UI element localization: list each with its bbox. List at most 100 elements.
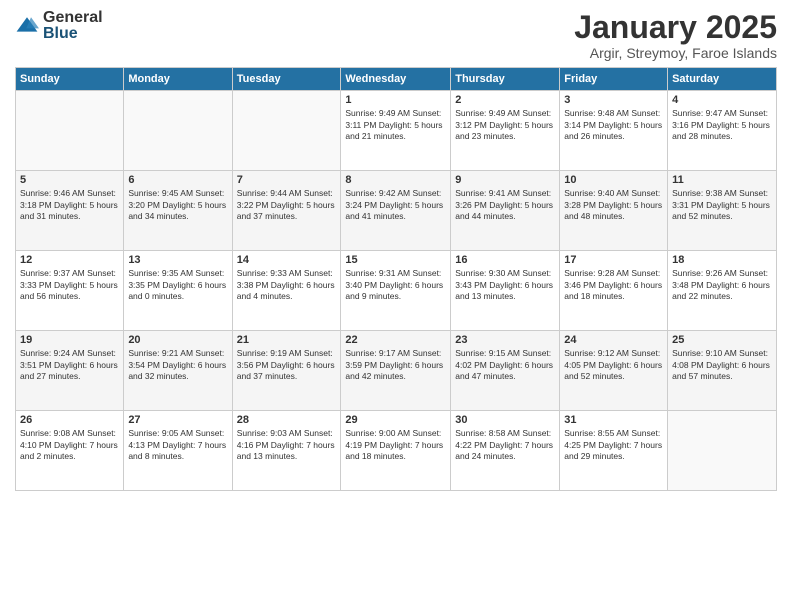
day-info: Sunrise: 9:47 AM Sunset: 3:16 PM Dayligh… xyxy=(672,108,772,142)
table-row: 25 Sunrise: 9:10 AM Sunset: 4:08 PM Dayli… xyxy=(668,331,777,411)
day-info: Sunrise: 9:24 AM Sunset: 3:51 PM Dayligh… xyxy=(20,348,119,382)
day-info: Sunrise: 9:37 AM Sunset: 3:33 PM Dayligh… xyxy=(20,268,119,302)
logo: General Blue xyxy=(15,10,103,42)
day-number: 18 xyxy=(672,254,772,266)
day-info: Sunrise: 9:41 AM Sunset: 3:26 PM Dayligh… xyxy=(455,188,555,222)
logo-icon xyxy=(15,14,39,38)
day-number: 19 xyxy=(20,334,119,346)
table-row: 18 Sunrise: 9:26 AM Sunset: 3:48 PM Dayli… xyxy=(668,251,777,331)
day-number: 22 xyxy=(345,334,446,346)
day-info: Sunrise: 9:46 AM Sunset: 3:18 PM Dayligh… xyxy=(20,188,119,222)
day-number: 25 xyxy=(672,334,772,346)
day-info: Sunrise: 9:44 AM Sunset: 3:22 PM Dayligh… xyxy=(237,188,337,222)
day-number: 24 xyxy=(564,334,663,346)
day-number: 31 xyxy=(564,414,663,426)
day-info: Sunrise: 9:19 AM Sunset: 3:56 PM Dayligh… xyxy=(237,348,337,382)
table-row: 12 Sunrise: 9:37 AM Sunset: 3:33 PM Dayli… xyxy=(16,251,124,331)
day-number: 12 xyxy=(20,254,119,266)
title-block: January 2025 Argir, Streymoy, Faroe Isla… xyxy=(574,10,777,61)
table-row: 31Sunrise: 8:55 AM Sunset: 4:25 PM Dayli… xyxy=(560,411,668,491)
day-info: Sunrise: 9:15 AM Sunset: 4:02 PM Dayligh… xyxy=(455,348,555,382)
day-number: 2 xyxy=(455,94,555,106)
day-number: 26 xyxy=(20,414,119,426)
day-number: 28 xyxy=(237,414,337,426)
table-row: 11 Sunrise: 9:38 AM Sunset: 3:31 PM Dayli… xyxy=(668,171,777,251)
day-info: Sunrise: 9:48 AM Sunset: 3:14 PM Dayligh… xyxy=(564,108,663,142)
day-number: 7 xyxy=(237,174,337,186)
day-info: Sunrise: 9:38 AM Sunset: 3:31 PM Dayligh… xyxy=(672,188,772,222)
day-number: 14 xyxy=(237,254,337,266)
month-title: January 2025 xyxy=(574,10,777,45)
table-row xyxy=(232,91,341,171)
page: General Blue January 2025 Argir, Streymo… xyxy=(0,0,792,612)
table-row: 3 Sunrise: 9:48 AM Sunset: 3:14 PM Daylig… xyxy=(560,91,668,171)
header: General Blue January 2025 Argir, Streymo… xyxy=(15,10,777,61)
header-thursday: Thursday xyxy=(451,68,560,91)
day-number: 16 xyxy=(455,254,555,266)
table-row: 27Sunrise: 9:05 AM Sunset: 4:13 PM Dayli… xyxy=(124,411,232,491)
table-row: 21 Sunrise: 9:19 AM Sunset: 3:56 PM Dayli… xyxy=(232,331,341,411)
logo-blue-text: Blue xyxy=(43,26,103,42)
day-info: Sunrise: 8:58 AM Sunset: 4:22 PM Dayligh… xyxy=(455,428,555,462)
day-number: 11 xyxy=(672,174,772,186)
table-row xyxy=(16,91,124,171)
table-row: 7 Sunrise: 9:44 AM Sunset: 3:22 PM Daylig… xyxy=(232,171,341,251)
table-row: 13 Sunrise: 9:35 AM Sunset: 3:35 PM Dayli… xyxy=(124,251,232,331)
day-number: 5 xyxy=(20,174,119,186)
day-number: 3 xyxy=(564,94,663,106)
day-number: 17 xyxy=(564,254,663,266)
day-info: Sunrise: 9:08 AM Sunset: 4:10 PM Dayligh… xyxy=(20,428,119,462)
day-info: Sunrise: 9:03 AM Sunset: 4:16 PM Dayligh… xyxy=(237,428,337,462)
day-number: 13 xyxy=(128,254,227,266)
header-sunday: Sunday xyxy=(16,68,124,91)
day-info: Sunrise: 9:26 AM Sunset: 3:48 PM Dayligh… xyxy=(672,268,772,302)
day-info: Sunrise: 9:49 AM Sunset: 3:11 PM Dayligh… xyxy=(345,108,446,142)
table-row: 30 Sunrise: 8:58 AM Sunset: 4:22 PM Dayli… xyxy=(451,411,560,491)
table-row: 1 Sunrise: 9:49 AM Sunset: 3:11 PM Daylig… xyxy=(341,91,451,171)
table-row: 26 Sunrise: 9:08 AM Sunset: 4:10 PM Dayli… xyxy=(16,411,124,491)
day-info: Sunrise: 9:40 AM Sunset: 3:28 PM Dayligh… xyxy=(564,188,663,222)
table-row: 2Sunrise: 9:49 AM Sunset: 3:12 PM Daylig… xyxy=(451,91,560,171)
header-tuesday: Tuesday xyxy=(232,68,341,91)
table-row xyxy=(124,91,232,171)
day-number: 20 xyxy=(128,334,227,346)
table-row: 19 Sunrise: 9:24 AM Sunset: 3:51 PM Dayli… xyxy=(16,331,124,411)
header-monday: Monday xyxy=(124,68,232,91)
day-number: 30 xyxy=(455,414,555,426)
day-number: 9 xyxy=(455,174,555,186)
table-row: 5 Sunrise: 9:46 AM Sunset: 3:18 PM Daylig… xyxy=(16,171,124,251)
header-friday: Friday xyxy=(560,68,668,91)
day-info: Sunrise: 9:35 AM Sunset: 3:35 PM Dayligh… xyxy=(128,268,227,302)
table-row: 4Sunrise: 9:47 AM Sunset: 3:16 PM Daylig… xyxy=(668,91,777,171)
table-row: 29Sunrise: 9:00 AM Sunset: 4:19 PM Dayli… xyxy=(341,411,451,491)
table-row: 6Sunrise: 9:45 AM Sunset: 3:20 PM Daylig… xyxy=(124,171,232,251)
day-info: Sunrise: 9:17 AM Sunset: 3:59 PM Dayligh… xyxy=(345,348,446,382)
day-number: 29 xyxy=(345,414,446,426)
table-row: 16Sunrise: 9:30 AM Sunset: 3:43 PM Dayli… xyxy=(451,251,560,331)
calendar-week-row: 5 Sunrise: 9:46 AM Sunset: 3:18 PM Daylig… xyxy=(16,171,777,251)
day-info: Sunrise: 9:10 AM Sunset: 4:08 PM Dayligh… xyxy=(672,348,772,382)
day-number: 23 xyxy=(455,334,555,346)
day-info: Sunrise: 9:42 AM Sunset: 3:24 PM Dayligh… xyxy=(345,188,446,222)
day-number: 1 xyxy=(345,94,446,106)
logo-text: General Blue xyxy=(43,10,103,42)
day-info: Sunrise: 9:05 AM Sunset: 4:13 PM Dayligh… xyxy=(128,428,227,462)
day-number: 21 xyxy=(237,334,337,346)
calendar-week-row: 1 Sunrise: 9:49 AM Sunset: 3:11 PM Daylig… xyxy=(16,91,777,171)
header-wednesday: Wednesday xyxy=(341,68,451,91)
table-row xyxy=(668,411,777,491)
calendar-week-row: 19 Sunrise: 9:24 AM Sunset: 3:51 PM Dayli… xyxy=(16,331,777,411)
calendar-week-row: 12 Sunrise: 9:37 AM Sunset: 3:33 PM Dayli… xyxy=(16,251,777,331)
day-info: Sunrise: 9:12 AM Sunset: 4:05 PM Dayligh… xyxy=(564,348,663,382)
day-info: Sunrise: 9:33 AM Sunset: 3:38 PM Dayligh… xyxy=(237,268,337,302)
day-number: 8 xyxy=(345,174,446,186)
table-row: 9 Sunrise: 9:41 AM Sunset: 3:26 PM Daylig… xyxy=(451,171,560,251)
day-number: 10 xyxy=(564,174,663,186)
day-info: Sunrise: 9:28 AM Sunset: 3:46 PM Dayligh… xyxy=(564,268,663,302)
table-row: 17 Sunrise: 9:28 AM Sunset: 3:46 PM Dayli… xyxy=(560,251,668,331)
table-row: 10 Sunrise: 9:40 AM Sunset: 3:28 PM Dayli… xyxy=(560,171,668,251)
table-row: 20Sunrise: 9:21 AM Sunset: 3:54 PM Dayli… xyxy=(124,331,232,411)
day-number: 15 xyxy=(345,254,446,266)
logo-general-text: General xyxy=(43,10,103,26)
table-row: 14 Sunrise: 9:33 AM Sunset: 3:38 PM Dayli… xyxy=(232,251,341,331)
